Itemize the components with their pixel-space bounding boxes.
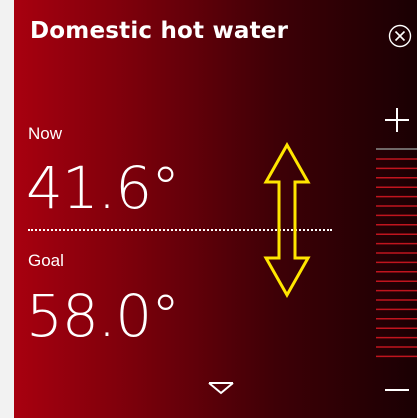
now-label: Now [28,124,63,143]
chevron-down-icon[interactable] [207,381,235,395]
minus-icon[interactable] [383,376,411,404]
goal-label: Goal [28,251,64,270]
current-temperature: 41.6° [26,154,180,222]
left-edge [0,0,14,418]
close-icon[interactable] [388,24,412,48]
plus-icon[interactable] [383,106,411,134]
panel-title: Domestic hot water [30,18,289,44]
double-arrow-vertical-icon[interactable] [262,142,312,298]
hot-water-panel: Domestic hot water Now 41.6° Goal 58.0° [14,0,417,418]
temperature-scale[interactable] [376,147,417,369]
goal-temperature[interactable]: 58.0° [26,282,180,350]
